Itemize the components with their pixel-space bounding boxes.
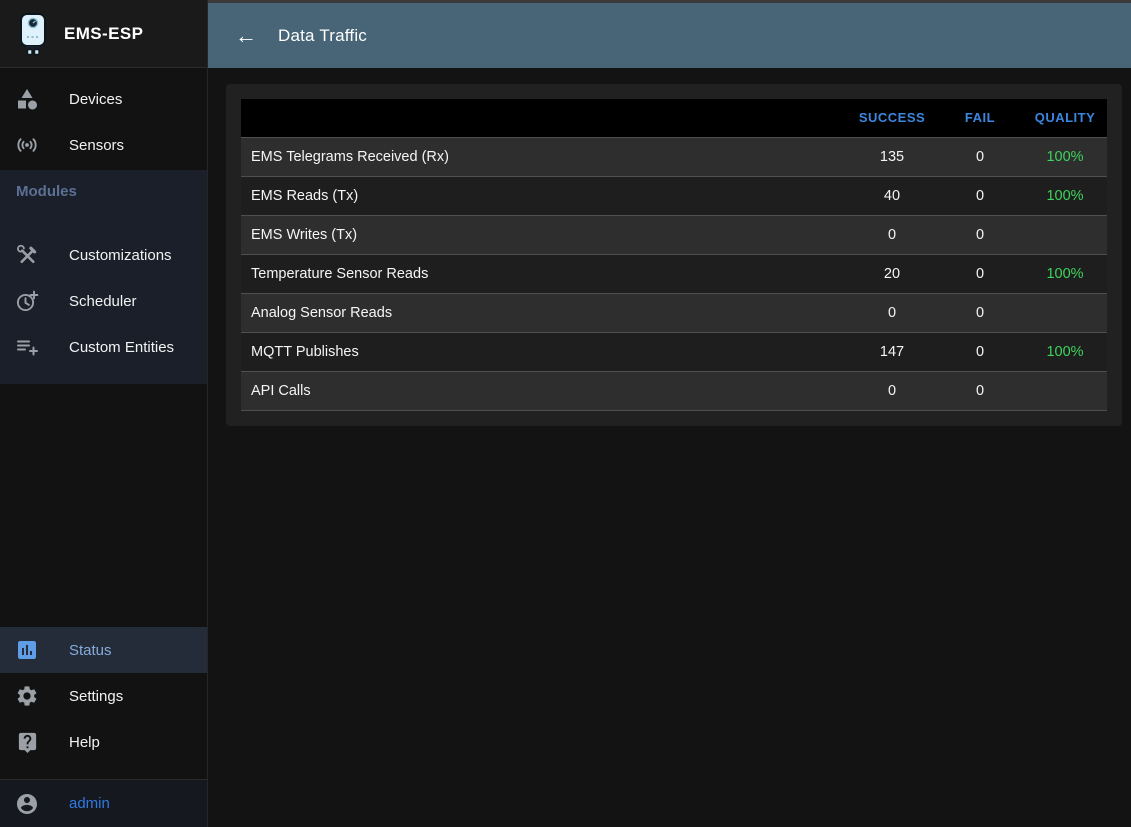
sidebar-item-label: Customizations bbox=[69, 247, 172, 264]
sidebar-item-label: Sensors bbox=[69, 137, 124, 154]
sidebar-item-label: Devices bbox=[69, 91, 122, 108]
table-row: EMS Writes (Tx) 0 0 bbox=[241, 215, 1107, 254]
help-icon bbox=[15, 730, 39, 754]
quality-value bbox=[1023, 371, 1107, 410]
appbar: ← Data Traffic bbox=[208, 3, 1131, 68]
column-header-fail: FAIL bbox=[937, 99, 1023, 137]
account-circle-icon bbox=[15, 792, 39, 816]
sidebar-spacer bbox=[0, 384, 207, 627]
fail-value: 0 bbox=[937, 176, 1023, 215]
back-arrow-icon: ← bbox=[235, 23, 257, 49]
metric-label: API Calls bbox=[241, 371, 847, 410]
quality-value bbox=[1023, 293, 1107, 332]
page-content: SUCCESS FAIL QUALITY EMS Telegrams Recei… bbox=[208, 68, 1131, 827]
metric-label: Temperature Sensor Reads bbox=[241, 254, 847, 293]
username-label: admin bbox=[69, 795, 110, 812]
metric-label: MQTT Publishes bbox=[241, 332, 847, 371]
success-value: 40 bbox=[847, 176, 937, 215]
metric-label: EMS Writes (Tx) bbox=[241, 215, 847, 254]
quality-value: 100% bbox=[1023, 137, 1107, 176]
back-button[interactable]: ← bbox=[228, 18, 264, 54]
data-traffic-card: SUCCESS FAIL QUALITY EMS Telegrams Recei… bbox=[226, 84, 1122, 426]
sidebar-item-label: Custom Entities bbox=[69, 339, 174, 356]
fail-value: 0 bbox=[937, 215, 1023, 254]
assessment-icon bbox=[15, 638, 39, 662]
data-traffic-table: SUCCESS FAIL QUALITY EMS Telegrams Recei… bbox=[241, 99, 1107, 411]
gear-icon bbox=[15, 684, 39, 708]
sidebar-item-settings[interactable]: Settings bbox=[0, 673, 207, 719]
quality-value bbox=[1023, 215, 1107, 254]
sidebar-item-label: Help bbox=[69, 734, 100, 751]
main-area: ← Data Traffic SUCCESS FAIL QUALITY bbox=[208, 0, 1131, 827]
table-header-row: SUCCESS FAIL QUALITY bbox=[241, 99, 1107, 137]
sidebar-item-sensors[interactable]: Sensors bbox=[0, 122, 207, 168]
fail-value: 0 bbox=[937, 371, 1023, 410]
sidebar-item-help[interactable]: Help bbox=[0, 719, 207, 765]
sidebar-item-custom-entities[interactable]: Custom Entities bbox=[0, 324, 207, 370]
modules-section-header: Modules bbox=[0, 180, 207, 204]
success-value: 0 bbox=[847, 293, 937, 332]
boiler-logo-icon bbox=[18, 12, 48, 56]
sidebar-item-label: Scheduler bbox=[69, 293, 137, 310]
success-value: 0 bbox=[847, 371, 937, 410]
fail-value: 0 bbox=[937, 293, 1023, 332]
sidebar-user-admin[interactable]: admin bbox=[0, 780, 207, 827]
table-row: Temperature Sensor Reads 20 0 100% bbox=[241, 254, 1107, 293]
quality-value: 100% bbox=[1023, 254, 1107, 293]
quality-value: 100% bbox=[1023, 176, 1107, 215]
table-row: EMS Reads (Tx) 40 0 100% bbox=[241, 176, 1107, 215]
success-value: 0 bbox=[847, 215, 937, 254]
more-time-icon bbox=[15, 289, 39, 313]
success-value: 147 bbox=[847, 332, 937, 371]
sidebar-bottom-nav: Status Settings Help bbox=[0, 627, 207, 827]
table-row: EMS Telegrams Received (Rx) 135 0 100% bbox=[241, 137, 1107, 176]
column-header-quality: QUALITY bbox=[1023, 99, 1107, 137]
sidebar-modules-section: Modules Customizations bbox=[0, 170, 207, 384]
sensors-icon bbox=[15, 133, 39, 157]
sidebar-main-nav: Devices Sensors bbox=[0, 68, 207, 170]
category-icon bbox=[15, 87, 39, 111]
fail-value: 0 bbox=[937, 137, 1023, 176]
table-row: API Calls 0 0 bbox=[241, 371, 1107, 410]
metric-label: EMS Reads (Tx) bbox=[241, 176, 847, 215]
sidebar-item-scheduler[interactable]: Scheduler bbox=[0, 278, 207, 324]
column-header-success: SUCCESS bbox=[847, 99, 937, 137]
success-value: 135 bbox=[847, 137, 937, 176]
sidebar-item-label: Status bbox=[69, 642, 112, 659]
metric-label: EMS Telegrams Received (Rx) bbox=[241, 137, 847, 176]
column-header-name bbox=[241, 99, 847, 137]
sidebar-item-label: Settings bbox=[69, 688, 123, 705]
quality-value: 100% bbox=[1023, 332, 1107, 371]
sidebar-item-status[interactable]: Status bbox=[0, 627, 207, 673]
table-row: MQTT Publishes 147 0 100% bbox=[241, 332, 1107, 371]
success-value: 20 bbox=[847, 254, 937, 293]
playlist-add-icon bbox=[15, 335, 39, 359]
sidebar-item-devices[interactable]: Devices bbox=[0, 76, 207, 122]
construction-icon bbox=[15, 243, 39, 267]
app-title: EMS-ESP bbox=[64, 24, 143, 44]
metric-label: Analog Sensor Reads bbox=[241, 293, 847, 332]
table-row: Analog Sensor Reads 0 0 bbox=[241, 293, 1107, 332]
page-title: Data Traffic bbox=[278, 26, 367, 46]
app-root: EMS-ESP Devices bbox=[0, 0, 1131, 827]
app-logo-block: EMS-ESP bbox=[0, 0, 207, 68]
fail-value: 0 bbox=[937, 254, 1023, 293]
sidebar-item-customizations[interactable]: Customizations bbox=[0, 232, 207, 278]
sidebar: EMS-ESP Devices bbox=[0, 0, 208, 827]
fail-value: 0 bbox=[937, 332, 1023, 371]
